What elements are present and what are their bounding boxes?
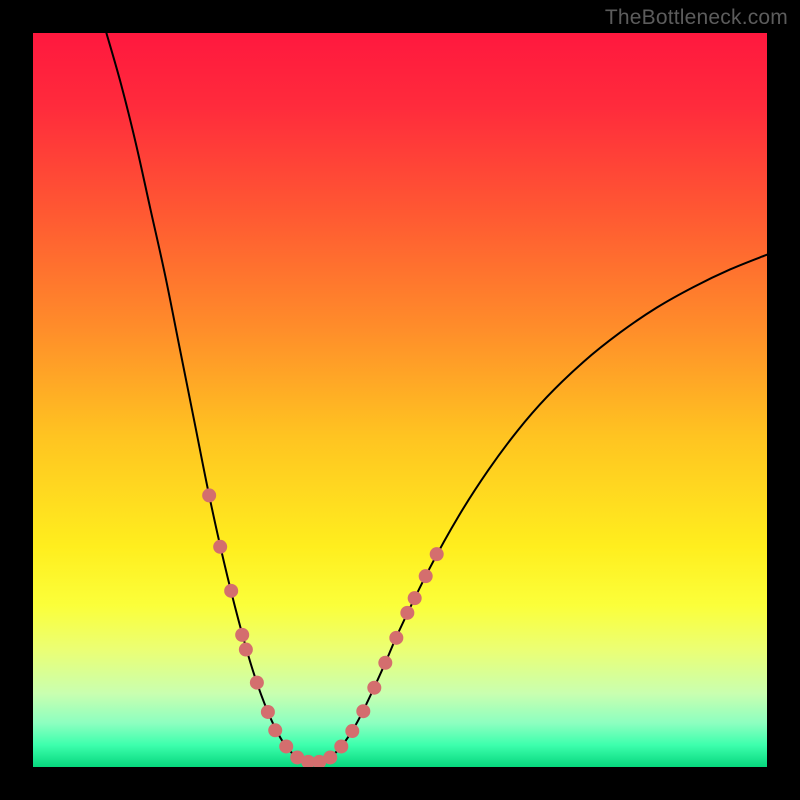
highlight-marker [408, 591, 422, 605]
highlight-marker [323, 750, 337, 764]
highlight-marker [261, 705, 275, 719]
highlight-marker [235, 628, 249, 642]
chart-container: TheBottleneck.com [0, 0, 800, 800]
highlight-marker [389, 631, 403, 645]
highlight-marker [430, 547, 444, 561]
highlight-marker [334, 739, 348, 753]
highlight-marker [250, 676, 264, 690]
highlight-marker [419, 569, 433, 583]
chart-svg [33, 33, 767, 767]
watermark-label: TheBottleneck.com [605, 6, 788, 30]
highlight-marker [378, 656, 392, 670]
highlight-marker [202, 488, 216, 502]
highlight-marker [367, 681, 381, 695]
highlight-marker [213, 540, 227, 554]
plot-area [33, 33, 767, 767]
highlight-marker [400, 606, 414, 620]
highlight-marker [345, 724, 359, 738]
highlight-marker [279, 739, 293, 753]
highlight-marker [224, 584, 238, 598]
highlight-marker [268, 723, 282, 737]
highlight-marker [239, 643, 253, 657]
highlight-marker [356, 704, 370, 718]
